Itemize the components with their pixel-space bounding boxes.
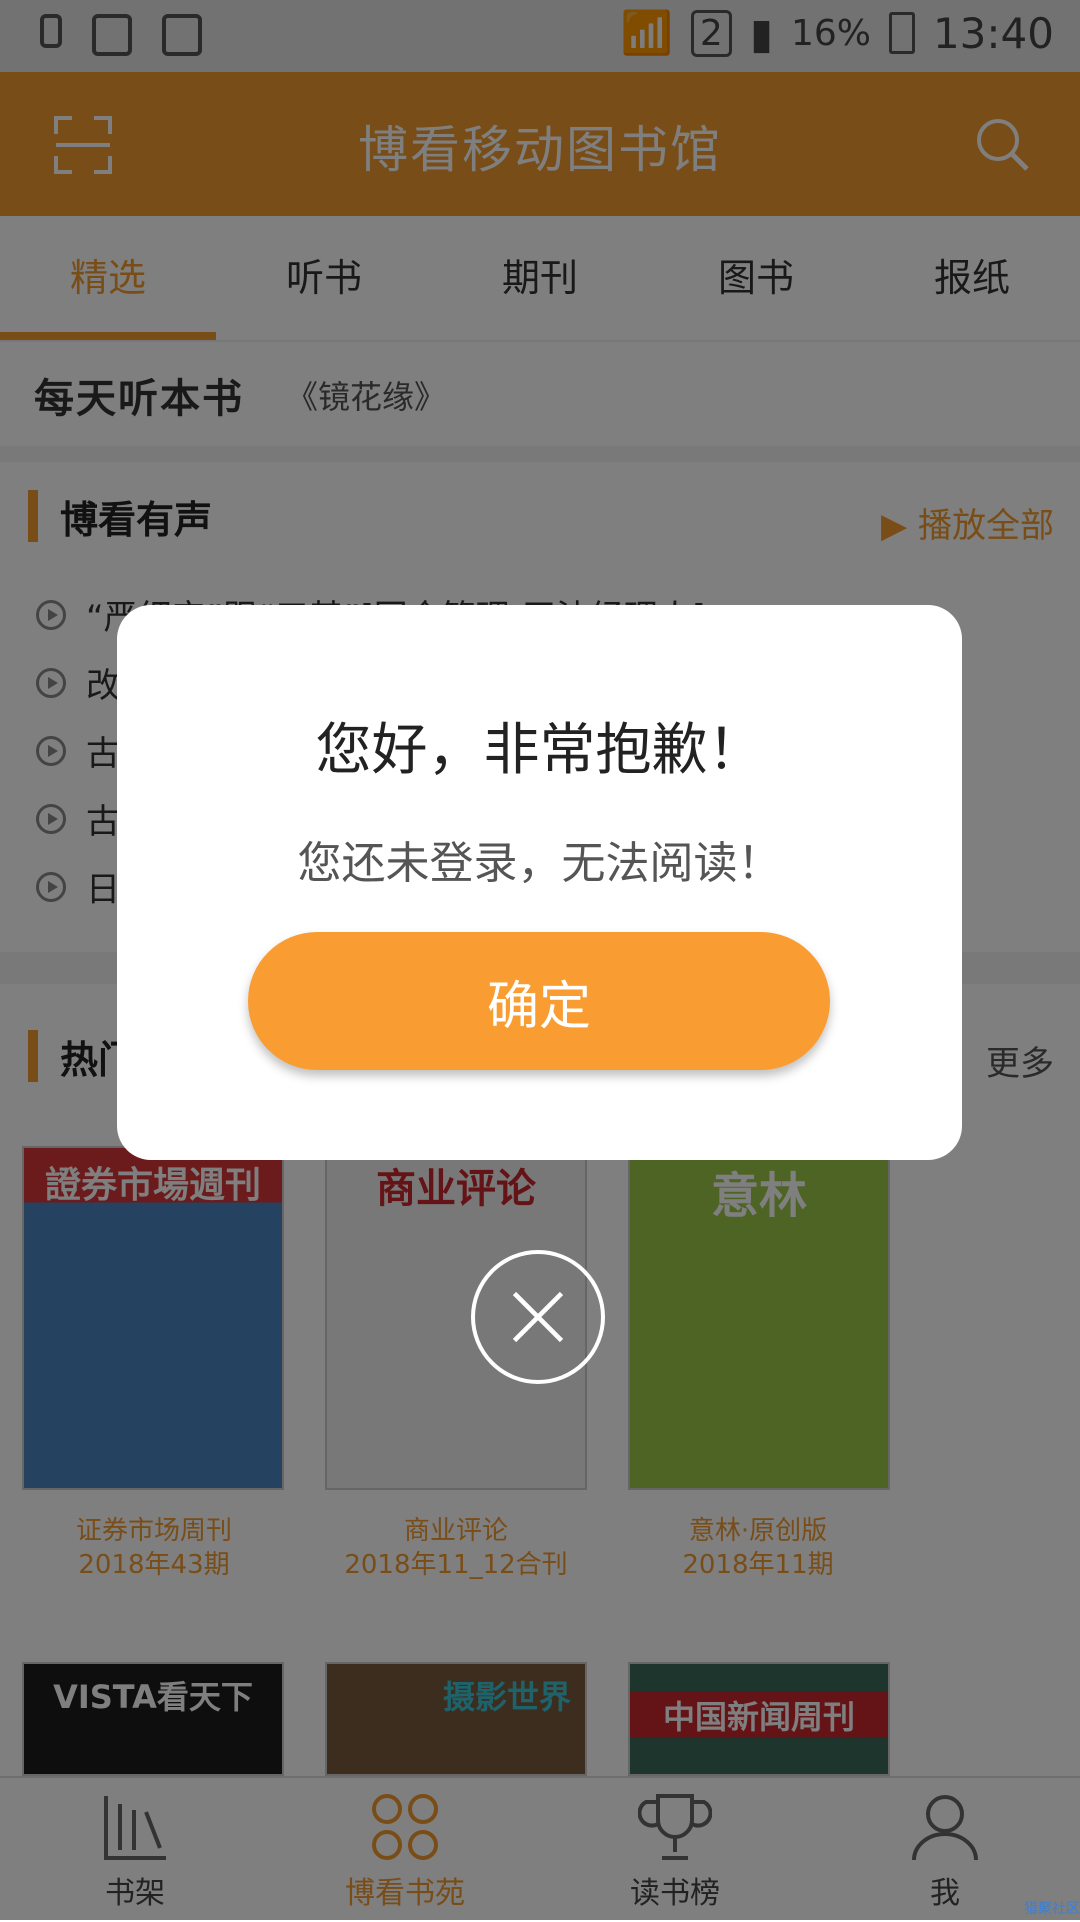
- login-required-dialog: 您好，非常抱歉！ 您还未登录，无法阅读！ 确定: [117, 605, 962, 1160]
- dialog-message: 您还未登录，无法阅读！: [297, 838, 782, 889]
- watermark: 猎聚社区: [1024, 1901, 1080, 1917]
- confirm-button[interactable]: 确定: [248, 932, 830, 1070]
- close-icon[interactable]: [471, 1250, 605, 1384]
- dialog-title: 您好，非常抱歉！: [315, 718, 764, 783]
